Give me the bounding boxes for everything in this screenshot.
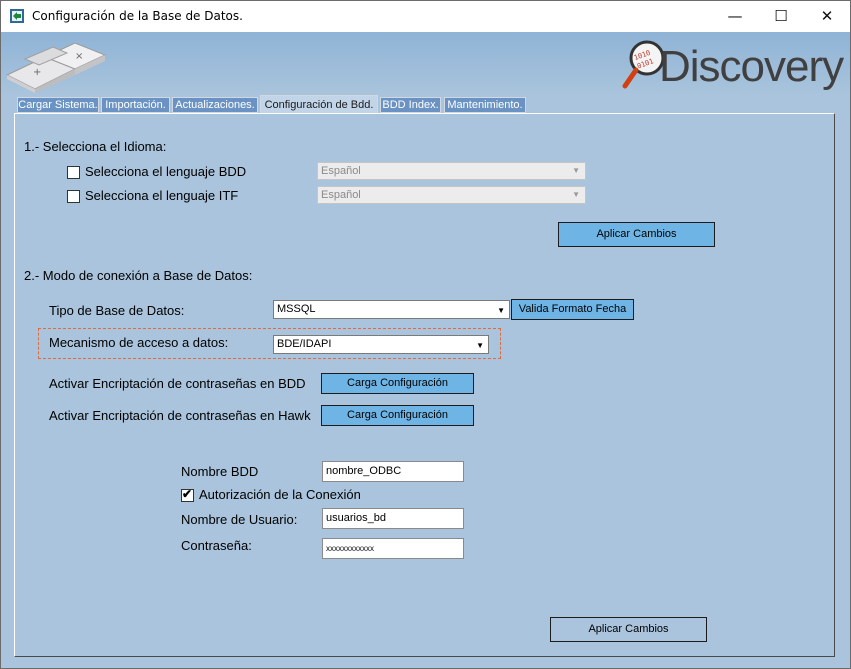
- chevron-down-icon: ▼: [572, 166, 580, 175]
- tab-cargar-sistema[interactable]: Cargar Sistema.: [17, 97, 99, 113]
- username-label: Nombre de Usuario:: [181, 512, 298, 527]
- authorization-checkbox[interactable]: ✔: [181, 487, 194, 502]
- access-mechanism-select[interactable]: BDE/IDAPI ▼: [273, 335, 489, 354]
- password-field[interactable]: xxxxxxxxxxxx: [322, 538, 464, 559]
- maximize-icon: ☐: [774, 7, 788, 25]
- db-type-value: MSSQL: [277, 303, 316, 315]
- app-icon: [10, 9, 24, 23]
- access-mechanism-label: Mecanismo de acceso a datos:: [49, 335, 229, 350]
- svg-text:×: ×: [75, 51, 83, 62]
- title-bar: Configuración de la Base de Datos. — ☐ ✕: [1, 1, 850, 32]
- tab-label: Actualizaciones.: [175, 99, 255, 111]
- chevron-down-icon: ▼: [497, 306, 505, 315]
- tab-label: Configuración de Bdd.: [264, 99, 374, 111]
- close-icon: ✕: [820, 7, 834, 25]
- bdd-language-label: Selecciona el lenguaje BDD: [85, 164, 247, 179]
- minimize-icon: —: [727, 7, 743, 25]
- load-config-hawk-button[interactable]: Carga Configuración: [321, 405, 474, 426]
- db-name-field[interactable]: nombre_ODBC: [322, 461, 464, 482]
- username-field[interactable]: usuarios_bd: [322, 508, 464, 529]
- section2-heading: 2.- Modo de conexión a Base de Datos:: [24, 268, 253, 283]
- logo-text: Discovery: [659, 42, 844, 91]
- db-name-label: Nombre BDD: [181, 464, 259, 479]
- access-mechanism-value: BDE/IDAPI: [277, 338, 332, 350]
- minimize-button[interactable]: —: [712, 1, 758, 32]
- svg-text:+: +: [33, 67, 41, 78]
- window-title: Configuración de la Base de Datos.: [32, 9, 243, 23]
- bdd-language-checkbox[interactable]: [67, 166, 80, 179]
- password-label: Contraseña:: [181, 538, 252, 553]
- discovery-logo: 1010 0101 Discovery: [619, 34, 844, 94]
- section1-heading: 1.- Selecciona el Idioma:: [24, 139, 167, 154]
- encrypt-hawk-label: Activar Encriptación de contraseñas en H…: [49, 408, 311, 423]
- keyboard-keys-image: + ×: [5, 42, 107, 93]
- chevron-down-icon: ▼: [572, 190, 580, 199]
- itf-language-select[interactable]: Español ▼: [317, 186, 586, 204]
- db-type-label: Tipo de Base de Datos:: [49, 303, 185, 318]
- itf-language-value: Español: [321, 189, 361, 201]
- bdd-language-select[interactable]: Español ▼: [317, 162, 586, 180]
- checkmark-icon: ✔: [182, 487, 193, 501]
- tab-mantenimiento[interactable]: Mantenimiento.: [444, 97, 526, 113]
- tab-importacion[interactable]: Importación.: [101, 97, 170, 113]
- chevron-down-icon: ▼: [476, 341, 484, 350]
- config-window: Configuración de la Base de Datos. — ☐ ✕…: [0, 0, 851, 669]
- close-button[interactable]: ✕: [804, 1, 850, 32]
- apply-changes-button[interactable]: Aplicar Cambios: [550, 617, 707, 642]
- itf-language-checkbox[interactable]: [67, 190, 80, 203]
- apply-language-button[interactable]: Aplicar Cambios: [558, 222, 715, 247]
- maximize-button[interactable]: ☐: [758, 1, 804, 32]
- tab-label: BDD Index.: [382, 99, 439, 111]
- load-config-bdd-button[interactable]: Carga Configuración: [321, 373, 474, 394]
- itf-language-label: Selecciona el lenguaje ITF: [85, 188, 239, 203]
- encrypt-bdd-label: Activar Encriptación de contraseñas en B…: [49, 376, 306, 391]
- tab-bdd-index[interactable]: BDD Index.: [380, 97, 441, 113]
- tab-label: Mantenimiento.: [447, 99, 523, 111]
- tab-label: Cargar Sistema.: [18, 99, 98, 111]
- authorization-label: Autorización de la Conexión: [199, 487, 361, 502]
- header-banner: + × 1010 0101 Discovery: [1, 32, 850, 94]
- validate-date-format-button[interactable]: Valida Formato Fecha: [511, 299, 634, 320]
- db-type-select[interactable]: MSSQL ▼: [273, 300, 510, 319]
- tab-configuracion-bdd[interactable]: Configuración de Bdd.: [260, 95, 378, 113]
- tab-actualizaciones[interactable]: Actualizaciones.: [172, 97, 258, 113]
- tab-label: Importación.: [105, 99, 166, 111]
- bdd-language-value: Español: [321, 165, 361, 177]
